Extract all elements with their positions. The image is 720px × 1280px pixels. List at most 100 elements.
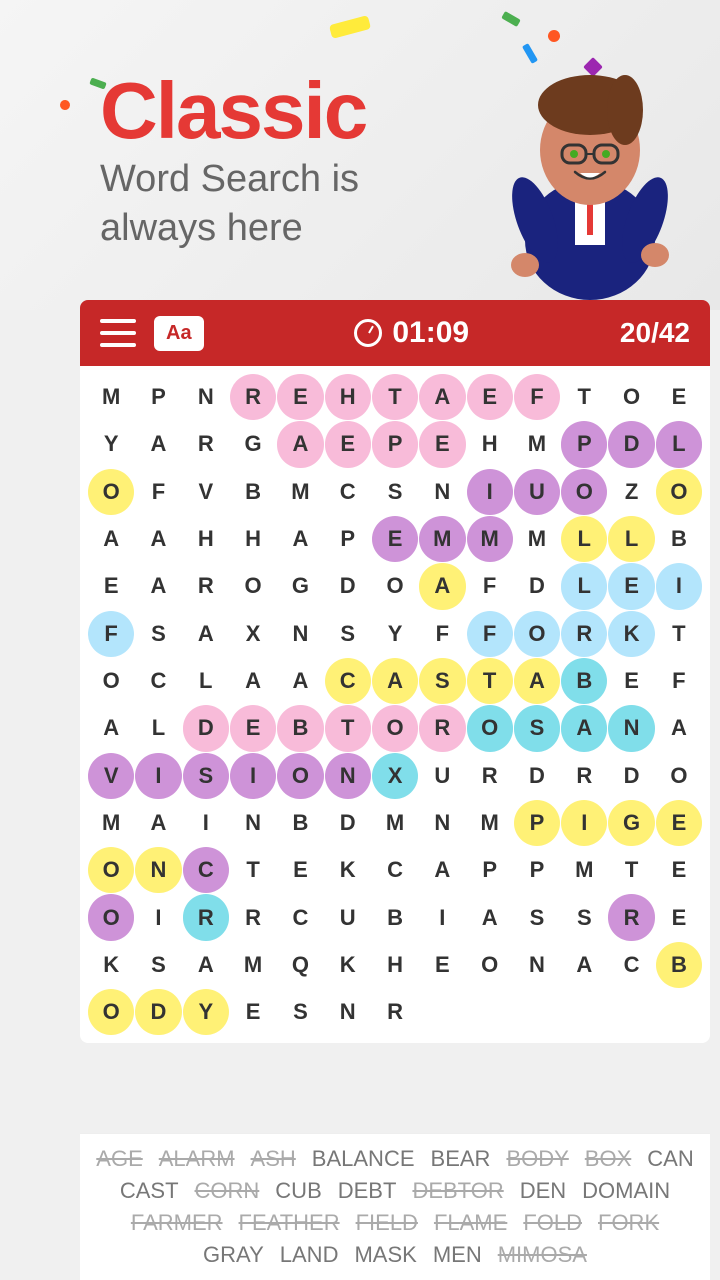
grid-cell[interactable]: A [230,658,276,704]
grid-cell[interactable]: H [372,942,418,988]
grid-cell[interactable]: T [372,374,418,420]
grid-cell[interactable]: L [656,421,702,467]
grid-cell[interactable]: A [135,563,181,609]
grid-cell[interactable]: N [419,469,465,515]
grid-cell[interactable]: R [419,705,465,751]
grid-cell[interactable]: A [183,942,229,988]
grid-cell[interactable]: O [656,753,702,799]
grid-cell[interactable]: M [88,800,134,846]
grid-cell[interactable]: F [514,374,560,420]
grid-cell[interactable]: R [467,753,513,799]
grid-cell[interactable]: B [230,469,276,515]
grid-cell[interactable]: N [135,847,181,893]
menu-button[interactable] [100,319,136,347]
grid-cell[interactable]: M [514,421,560,467]
grid-cell[interactable]: X [372,753,418,799]
grid-cell[interactable]: U [419,753,465,799]
grid-cell[interactable]: A [183,611,229,657]
grid-cell[interactable]: E [419,942,465,988]
grid-cell[interactable]: O [467,942,513,988]
grid-cell[interactable]: R [561,753,607,799]
grid-cell[interactable]: N [230,800,276,846]
grid-cell[interactable]: R [230,374,276,420]
grid-cell[interactable]: M [230,942,276,988]
grid-cell[interactable]: L [561,516,607,562]
grid-cell[interactable]: T [656,611,702,657]
grid-cell[interactable]: S [277,989,323,1035]
grid-cell[interactable]: P [561,421,607,467]
grid-cell[interactable]: B [277,705,323,751]
grid-cell[interactable]: E [88,563,134,609]
grid-cell[interactable]: A [277,516,323,562]
grid-cell[interactable]: E [656,847,702,893]
grid-cell[interactable]: A [135,800,181,846]
grid-cell[interactable]: E [419,421,465,467]
grid-cells[interactable]: MPNREHTAEFTOEYARGAEPEHMPDLOFVBMCSNIUOZOA… [88,374,702,1035]
grid-cell[interactable]: L [183,658,229,704]
grid-cell[interactable]: Y [183,989,229,1035]
grid-cell[interactable]: M [277,469,323,515]
grid-cell[interactable]: C [325,469,371,515]
grid-cell[interactable]: S [561,894,607,940]
grid-cell[interactable]: T [230,847,276,893]
grid-cell[interactable]: E [608,658,654,704]
grid-cell[interactable]: I [656,563,702,609]
grid-cell[interactable]: D [325,800,371,846]
grid-cell[interactable]: D [608,753,654,799]
grid-cell[interactable]: M [467,516,513,562]
grid-cell[interactable]: I [419,894,465,940]
grid-cell[interactable]: O [656,469,702,515]
grid-cell[interactable]: L [135,705,181,751]
grid-cell[interactable]: T [561,374,607,420]
grid-cell[interactable]: U [325,894,371,940]
grid-cell[interactable]: A [88,705,134,751]
grid-cell[interactable]: O [230,563,276,609]
font-button[interactable]: Aa [154,316,204,351]
grid-cell[interactable]: K [608,611,654,657]
grid-cell[interactable]: C [372,847,418,893]
grid-cell[interactable]: H [325,374,371,420]
grid-cell[interactable]: K [325,847,371,893]
grid-cell[interactable]: A [561,705,607,751]
grid-cell[interactable]: A [419,847,465,893]
grid-cell[interactable]: B [656,516,702,562]
grid-cell[interactable]: L [608,516,654,562]
grid-cell[interactable]: D [135,989,181,1035]
grid-cell[interactable]: N [514,942,560,988]
grid-cell[interactable]: N [608,705,654,751]
grid-cell[interactable]: A [88,516,134,562]
grid-cell[interactable]: D [325,563,371,609]
grid-cell[interactable]: Z [608,469,654,515]
grid-cell[interactable]: O [561,469,607,515]
grid-cell[interactable]: N [419,800,465,846]
grid-cell[interactable]: N [325,989,371,1035]
grid-cell[interactable]: O [277,753,323,799]
grid-cell[interactable]: R [608,894,654,940]
grid-cell[interactable]: A [277,658,323,704]
grid-cell[interactable]: A [135,516,181,562]
grid-cell[interactable]: U [514,469,560,515]
grid-cell[interactable]: O [372,705,418,751]
grid-cell[interactable]: P [467,847,513,893]
grid-cell[interactable]: H [467,421,513,467]
grid-cell[interactable]: T [608,847,654,893]
grid-cell[interactable]: C [277,894,323,940]
grid-cell[interactable]: I [183,800,229,846]
grid-cell[interactable]: Y [372,611,418,657]
grid-cell[interactable]: A [514,658,560,704]
grid-cell[interactable]: A [656,705,702,751]
grid-cell[interactable]: E [608,563,654,609]
grid-cell[interactable]: F [419,611,465,657]
grid-cell[interactable]: M [467,800,513,846]
grid-cell[interactable]: I [561,800,607,846]
grid-cell[interactable]: O [88,658,134,704]
grid-cell[interactable]: D [514,753,560,799]
grid-cell[interactable]: A [135,421,181,467]
grid-cell[interactable]: E [656,374,702,420]
grid-cell[interactable]: E [467,374,513,420]
grid-cell[interactable]: G [230,421,276,467]
grid-cell[interactable]: O [608,374,654,420]
grid-cell[interactable]: A [372,658,418,704]
grid-cell[interactable]: R [183,894,229,940]
grid-cell[interactable]: K [325,942,371,988]
